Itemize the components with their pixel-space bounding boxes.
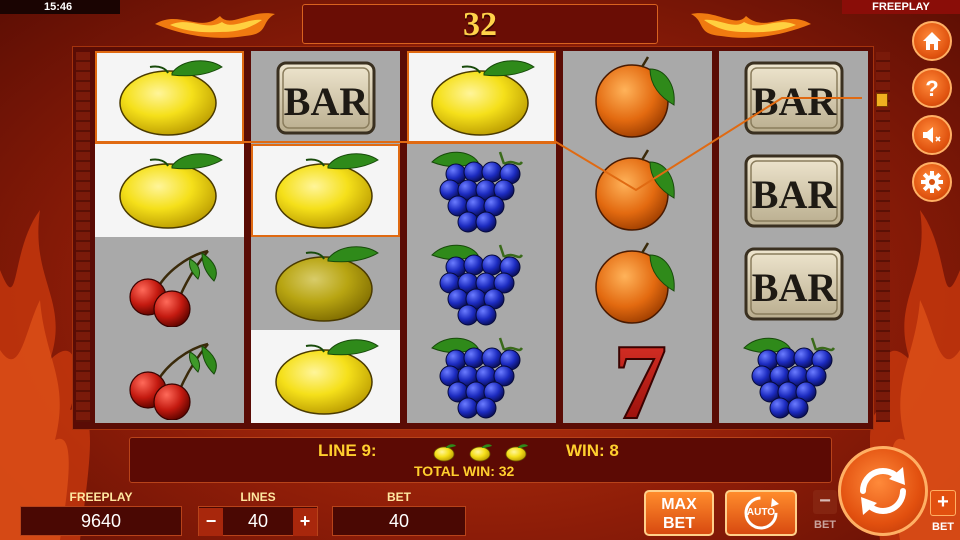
freeplay-label: FREEPLAY — [69, 490, 133, 504]
auto-spin-button[interactable]: AUTO — [725, 490, 797, 536]
lemon-icon — [430, 59, 535, 136]
lemon-icon — [505, 444, 528, 462]
flame-top-left-icon — [155, 13, 275, 38]
lines-minus-button[interactable]: − — [199, 508, 223, 536]
lemon-icon — [118, 152, 223, 229]
spin-icon — [860, 467, 906, 515]
freeplay-balance: 9640 — [20, 506, 182, 536]
sound-button[interactable] — [912, 115, 952, 155]
orange-symbol — [563, 144, 712, 237]
reel-5: BAR BAR BAR — [719, 51, 868, 423]
max-bet-button[interactable]: MAX BET — [644, 490, 714, 536]
orange-icon — [594, 55, 675, 138]
reel-3 — [407, 51, 556, 423]
bar-symbol: BAR — [719, 51, 868, 144]
flame-top-right-icon — [691, 13, 811, 38]
settings-icon — [921, 171, 943, 193]
bar-symbol: BAR — [719, 237, 868, 330]
total-win-display: 32 — [302, 4, 658, 44]
grapes-symbol — [407, 144, 556, 237]
grapes-symbol — [407, 330, 556, 423]
cherries-icon — [128, 342, 217, 420]
orange-symbol — [563, 51, 712, 144]
bet-minus-icon: − — [813, 490, 837, 514]
cherries-symbol — [95, 237, 244, 330]
lemon-symbol — [95, 144, 244, 237]
reel-4: 7 — [563, 51, 712, 423]
lemon-symbol — [251, 144, 400, 237]
orange-symbol — [563, 237, 712, 330]
auto-label: AUTO — [746, 507, 776, 518]
bar-icon: BAR — [744, 247, 843, 320]
lemon-icon — [433, 444, 456, 462]
reel-2: BAR — [251, 51, 400, 423]
max-bet-line1: MAX — [661, 496, 697, 513]
win-info-bar: LINE 9: WIN: 8 TOTAL WIN: 32 — [129, 437, 832, 483]
payline-indicator — [876, 93, 888, 107]
lemon-icon — [118, 59, 223, 136]
max-bet-line2: BET — [663, 515, 695, 532]
svg-text:7: 7 — [613, 334, 667, 420]
lemon-icon — [274, 245, 379, 322]
total-win-label: TOTAL WIN: 32 — [414, 463, 515, 479]
lemon-symbol — [251, 237, 400, 330]
sound-off-icon — [923, 127, 941, 143]
right-light-strip — [876, 52, 890, 422]
lemon-symbol — [251, 330, 400, 423]
cherries-icon — [128, 249, 217, 327]
svg-text:?: ? — [925, 76, 938, 100]
clock: 15:46 — [0, 0, 120, 14]
svg-text:BAR: BAR — [751, 172, 837, 217]
help-icon: ? — [925, 76, 938, 100]
settings-button[interactable] — [912, 162, 952, 202]
lines-plus-button[interactable]: + — [293, 508, 317, 536]
lemon-icon — [274, 152, 379, 229]
svg-text:BAR: BAR — [751, 79, 837, 124]
bet-increase-button[interactable]: + BET — [928, 490, 958, 536]
lemon-symbol — [95, 51, 244, 144]
reel-1 — [95, 51, 244, 423]
bar-icon: BAR — [744, 61, 843, 134]
bet-plus-icon: + — [930, 490, 956, 516]
grapes-icon — [430, 337, 523, 418]
bar-icon: BAR — [744, 154, 843, 227]
cherries-symbol — [95, 330, 244, 423]
seven-symbol: 7 — [563, 330, 712, 423]
seven-icon: 7 — [612, 334, 668, 420]
bet-value: 40 — [332, 506, 466, 536]
grapes-symbol — [407, 237, 556, 330]
line-label: LINE 9: — [318, 441, 377, 460]
orange-icon — [594, 241, 675, 324]
bet-minus-label: BET — [814, 519, 836, 531]
lines-label: LINES — [240, 490, 276, 504]
orange-icon — [594, 148, 675, 231]
bet-decrease-button[interactable]: − BET — [810, 490, 840, 536]
left-light-strip — [76, 52, 90, 422]
grapes-icon — [430, 244, 523, 325]
grapes-symbol — [719, 330, 868, 423]
mode-badge: FREEPLAY — [842, 0, 960, 14]
svg-text:BAR: BAR — [283, 79, 369, 124]
line-win-label: WIN: 8 — [566, 441, 619, 460]
bet-plus-label: BET — [932, 521, 954, 533]
lemon-symbol — [407, 51, 556, 144]
grapes-icon — [430, 151, 523, 232]
bar-icon: BAR — [276, 61, 375, 134]
bar-symbol: BAR — [251, 51, 400, 144]
lemon-icon — [469, 444, 492, 462]
home-icon — [923, 32, 941, 50]
help-button[interactable]: ? — [912, 68, 952, 108]
lemon-icon — [274, 338, 379, 415]
svg-text:BAR: BAR — [751, 265, 837, 310]
spin-button[interactable] — [838, 446, 928, 536]
bar-symbol: BAR — [719, 144, 868, 237]
bet-label: BET — [387, 490, 411, 504]
home-button[interactable] — [912, 21, 952, 61]
grapes-icon — [742, 337, 835, 418]
